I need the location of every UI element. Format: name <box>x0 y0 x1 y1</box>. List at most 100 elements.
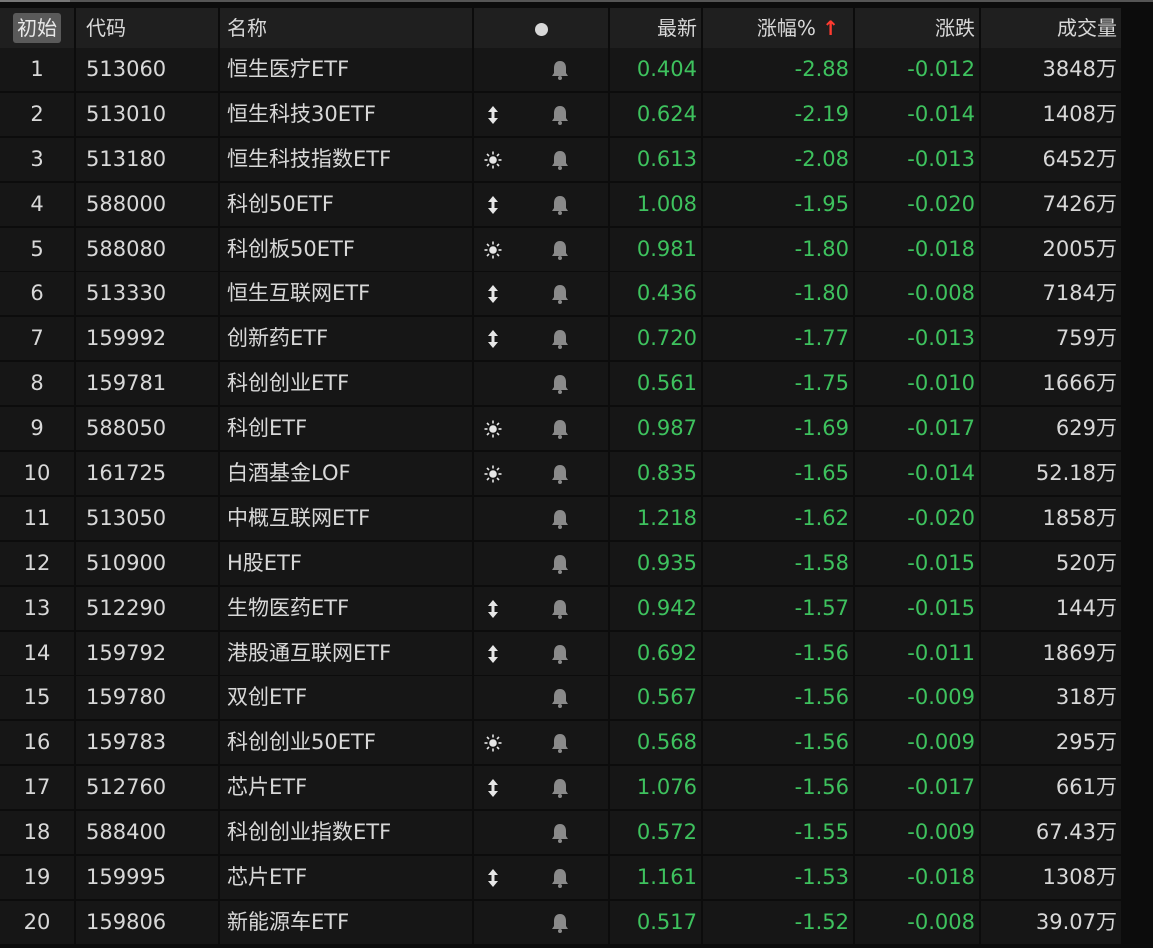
table-row[interactable]: 17 512760 芯片ETF 1.076 -1.56 -0.017 661万 <box>0 766 1153 811</box>
row-flag <box>474 721 512 765</box>
row-code: 588000 <box>76 182 218 226</box>
bell-icon[interactable] <box>551 57 569 81</box>
bell-icon[interactable] <box>551 102 569 126</box>
row-alert[interactable] <box>512 452 608 496</box>
row-alert[interactable] <box>512 676 608 720</box>
row-alert[interactable] <box>512 317 608 361</box>
top-scrollbar[interactable] <box>0 0 1153 6</box>
row-alert[interactable] <box>512 362 608 406</box>
bell-icon[interactable] <box>551 281 569 305</box>
table-row[interactable]: 2 513010 恒生科技30ETF 0.624 -2.19 -0.014 1408万 <box>0 92 1153 138</box>
row-change: -0.015 <box>855 586 979 630</box>
row-alert[interactable] <box>512 721 608 765</box>
row-alert[interactable] <box>512 137 608 181</box>
scrollbar-thumb[interactable] <box>0 0 70 2</box>
row-alert[interactable] <box>512 407 608 451</box>
row-alert[interactable] <box>512 496 608 540</box>
table-row[interactable]: 4 588000 科创50ETF 1.008 -1.95 -0.020 7426万 <box>0 182 1153 228</box>
row-name: 科创ETF <box>220 407 472 451</box>
header-pct[interactable]: 涨幅% ↑ <box>703 8 853 48</box>
bell-icon[interactable] <box>551 865 569 889</box>
row-volume: 1858万 <box>981 496 1121 540</box>
bell-icon[interactable] <box>551 775 569 799</box>
header-alert[interactable] <box>474 8 608 48</box>
sun-icon <box>484 730 502 754</box>
row-name: 恒生互联网ETF <box>220 272 472 316</box>
row-code: 159806 <box>76 900 218 944</box>
table-row[interactable]: 16 159783 科创创业50ETF 0.568 -1.56 -0.009 295万 <box>0 721 1153 766</box>
table-row[interactable]: 11 513050 中概互联网ETF 1.218 -1.62 -0.020 1858万 <box>0 496 1153 542</box>
table-row[interactable]: 15 159780 双创ETF 0.567 -1.56 -0.009 318万 <box>0 676 1153 721</box>
table-row[interactable]: 5 588080 科创板50ETF 0.981 -1.80 -0.018 2005万 <box>0 227 1153 273</box>
bell-icon[interactable] <box>551 326 569 350</box>
table-row[interactable]: 6 513330 恒生互联网ETF 0.436 -1.80 -0.008 7184万 <box>0 272 1153 317</box>
header-volume[interactable]: 成交量 <box>981 8 1121 48</box>
bell-icon[interactable] <box>551 416 569 440</box>
row-alert[interactable] <box>512 48 608 91</box>
row-alert[interactable] <box>512 900 608 944</box>
row-price: 0.561 <box>610 362 701 406</box>
row-index: 12 <box>0 541 74 585</box>
row-alert[interactable] <box>512 631 608 675</box>
header-code[interactable]: 代码 <box>76 8 218 48</box>
row-alert[interactable] <box>512 182 608 226</box>
row-name: H股ETF <box>220 541 472 585</box>
row-price: 0.935 <box>610 541 701 585</box>
row-alert[interactable] <box>512 272 608 316</box>
row-code: 159781 <box>76 362 218 406</box>
row-alert[interactable] <box>512 856 608 900</box>
row-alert[interactable] <box>512 586 608 630</box>
row-index: 5 <box>0 227 74 271</box>
header-index[interactable]: 初始 <box>0 8 74 48</box>
header-name[interactable]: 名称 <box>220 8 472 48</box>
row-pct: -1.56 <box>703 676 853 720</box>
table-row[interactable]: 12 510900 H股ETF 0.935 -1.58 -0.015 520万 <box>0 541 1153 587</box>
bell-icon[interactable] <box>551 461 569 485</box>
bell-icon[interactable] <box>551 371 569 395</box>
row-alert[interactable] <box>512 811 608 855</box>
bell-icon[interactable] <box>551 147 569 171</box>
table-row[interactable]: 3 513180 恒生科技指数ETF 0.613 -2.08 -0.013 6452万 <box>0 137 1153 183</box>
bell-icon[interactable] <box>551 506 569 530</box>
table-row[interactable]: 18 588400 科创创业指数ETF 0.572 -1.55 -0.009 67.43万 <box>0 811 1153 856</box>
updown-arrow-icon <box>487 641 499 665</box>
header-change[interactable]: 涨跌 <box>855 8 979 48</box>
table-row[interactable]: 19 159995 芯片ETF 1.161 -1.53 -0.018 1308万 <box>0 856 1153 901</box>
bell-icon[interactable] <box>551 910 569 934</box>
row-price: 0.568 <box>610 721 701 765</box>
row-name: 恒生科技指数ETF <box>220 137 472 181</box>
row-alert[interactable] <box>512 227 608 271</box>
bell-icon[interactable] <box>551 596 569 620</box>
row-change: -0.010 <box>855 362 979 406</box>
header-price[interactable]: 最新 <box>610 8 701 48</box>
table-row[interactable]: 10 161725 白酒基金LOF 0.835 -1.65 -0.014 52.18万 <box>0 452 1153 497</box>
table-row[interactable]: 7 159992 创新药ETF 0.720 -1.77 -0.013 759万 <box>0 317 1153 362</box>
row-change: -0.009 <box>855 676 979 720</box>
row-alert[interactable] <box>512 92 608 136</box>
row-pct: -1.75 <box>703 362 853 406</box>
bell-icon[interactable] <box>551 685 569 709</box>
sort-reset-tag[interactable]: 初始 <box>13 13 61 43</box>
row-index: 7 <box>0 317 74 361</box>
bell-icon[interactable] <box>551 641 569 665</box>
bell-icon[interactable] <box>551 551 569 575</box>
row-volume: 318万 <box>981 676 1121 720</box>
bell-icon[interactable] <box>551 192 569 216</box>
row-code: 513010 <box>76 92 218 136</box>
row-index: 9 <box>0 407 74 451</box>
table-row[interactable]: 9 588050 科创ETF 0.987 -1.69 -0.017 629万 <box>0 407 1153 452</box>
table-row[interactable]: 20 159806 新能源车ETF 0.517 -1.52 -0.008 39.07万 <box>0 900 1153 946</box>
table-row[interactable]: 8 159781 科创创业ETF 0.561 -1.75 -0.010 1666万 <box>0 362 1153 407</box>
row-flag <box>474 48 512 91</box>
bell-icon[interactable] <box>551 730 569 754</box>
row-volume: 144万 <box>981 586 1121 630</box>
row-alert[interactable] <box>512 766 608 810</box>
table-row[interactable]: 14 159792 港股通互联网ETF 0.692 -1.56 -0.011 1869万 <box>0 631 1153 677</box>
row-alert[interactable] <box>512 541 608 585</box>
bell-icon[interactable] <box>551 820 569 844</box>
table-row[interactable]: 1 513060 恒生医疗ETF 0.404 -2.88 -0.012 3848万 <box>0 48 1153 93</box>
row-name: 创新药ETF <box>220 317 472 361</box>
table-row[interactable]: 13 512290 生物医药ETF 0.942 -1.57 -0.015 144万 <box>0 586 1153 632</box>
row-code: 513050 <box>76 496 218 540</box>
bell-icon[interactable] <box>551 237 569 261</box>
